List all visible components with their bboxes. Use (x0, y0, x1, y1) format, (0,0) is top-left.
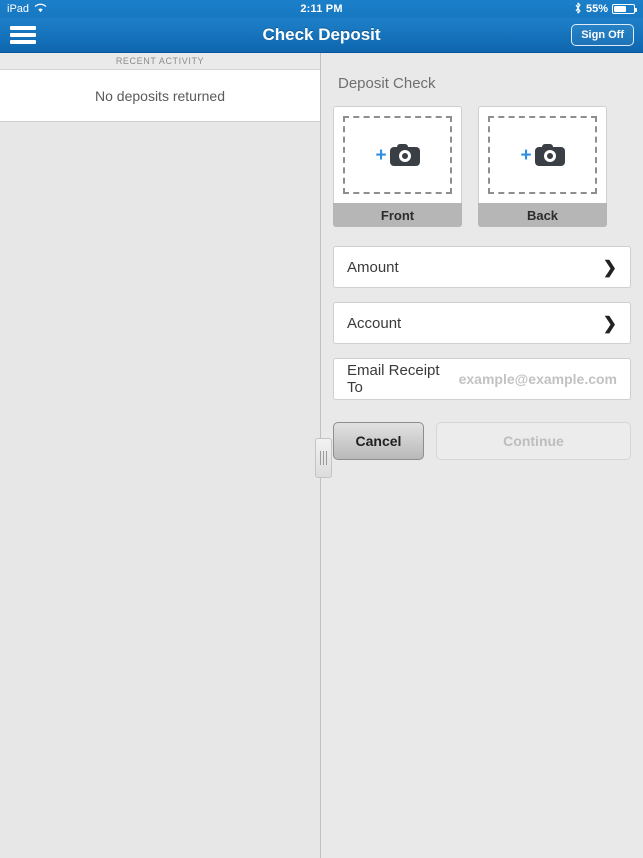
email-receipt-input[interactable]: example@example.com (459, 371, 617, 387)
deposit-check-pane: Deposit Check + Front + Back Amount ❯ Ac… (321, 53, 643, 858)
capture-front-box[interactable]: + (333, 106, 462, 203)
page-title: Check Deposit (262, 25, 381, 44)
capture-front[interactable]: + Front (333, 106, 462, 227)
plus-icon: + (375, 144, 387, 166)
capture-front-label: Front (333, 203, 462, 227)
status-bar: iPad 2:11 PM 55% (0, 0, 643, 18)
email-receipt-row[interactable]: Email Receipt To example@example.com (333, 358, 631, 400)
action-buttons: Cancel Continue (333, 422, 631, 460)
status-bar-clock: 2:11 PM (300, 3, 343, 15)
capture-back-box[interactable]: + (478, 106, 607, 203)
chevron-right-icon: ❯ (602, 257, 617, 277)
status-bar-right: 55% (574, 1, 643, 17)
sign-off-button[interactable]: Sign Off (571, 24, 634, 46)
chevron-right-icon: ❯ (602, 313, 617, 333)
capture-front-dashed-area: + (343, 116, 452, 194)
battery-icon (612, 4, 637, 14)
email-receipt-label: Email Receipt To (347, 362, 440, 396)
drag-handle-icon[interactable] (315, 438, 332, 478)
amount-field-label: Amount (347, 258, 399, 276)
plus-icon: + (520, 144, 532, 166)
navigation-bar: Check Deposit Sign Off (0, 18, 643, 53)
account-field-label: Account (347, 314, 402, 332)
continue-button[interactable]: Continue (436, 422, 631, 460)
no-deposits-message: No deposits returned (0, 70, 320, 122)
check-capture-group: + Front + Back (333, 106, 631, 227)
deposit-form: Amount ❯ Account ❯ Email Receipt To exam… (333, 246, 631, 400)
section-title: Deposit Check (338, 75, 436, 92)
amount-field-row[interactable]: Amount ❯ (333, 246, 631, 288)
app-root: iPad 2:11 PM 55% Check Deposit Sign Off … (0, 0, 643, 858)
capture-back[interactable]: + Back (478, 106, 607, 227)
cancel-button[interactable]: Cancel (333, 422, 424, 460)
battery-percent-label: 55% (585, 3, 608, 15)
capture-back-dashed-area: + (488, 116, 597, 194)
camera-icon (389, 144, 420, 166)
camera-icon (534, 144, 565, 166)
recent-activity-header: RECENT ACTIVITY (0, 53, 320, 70)
bluetooth-icon (574, 1, 582, 17)
capture-back-label: Back (478, 203, 607, 227)
account-field-row[interactable]: Account ❯ (333, 302, 631, 344)
recent-activity-pane: RECENT ACTIVITY No deposits returned (0, 53, 321, 858)
